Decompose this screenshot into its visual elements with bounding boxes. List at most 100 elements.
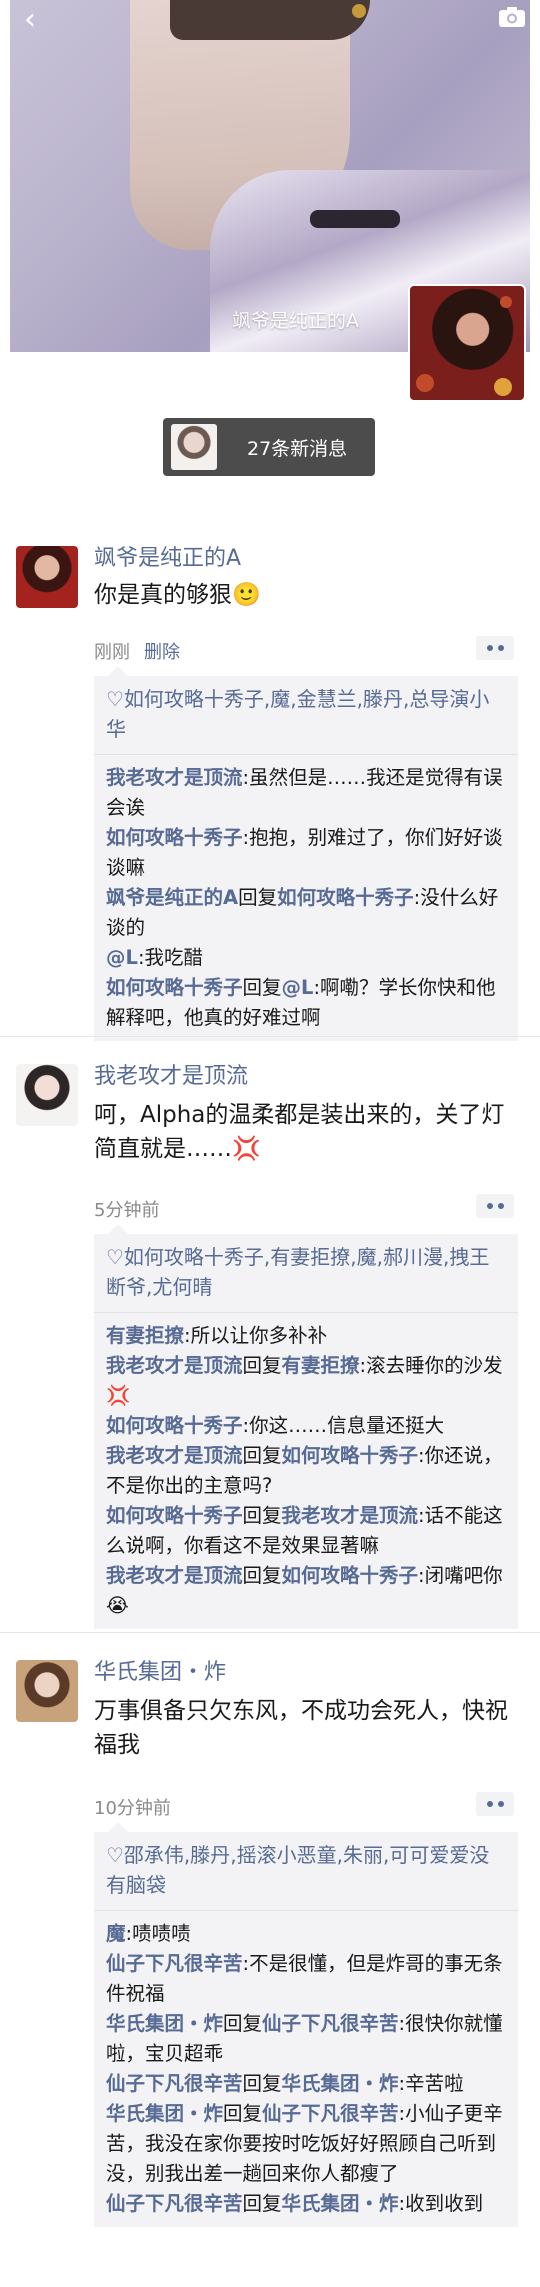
comment-item[interactable]: 魔:啧啧啧	[106, 1919, 506, 1949]
reply-target-user[interactable]: 如何攻略十秀子	[282, 1564, 419, 1587]
cover-earring	[352, 4, 366, 18]
likes-list[interactable]: ♡邵承伟,滕丹,摇滚小恶童,朱丽,可可爱爱没有脑袋	[94, 1832, 518, 1911]
reply-target-user[interactable]: 如何攻略十秀子	[277, 886, 414, 909]
comment-user[interactable]: 飒爷是纯正的A	[106, 886, 238, 909]
dot-icon	[497, 1203, 504, 1209]
reply-word: 回复	[242, 2192, 282, 2215]
reply-target-user[interactable]: 仙子下凡很辛苦	[262, 2012, 399, 2035]
reply-target-user[interactable]: 有妻拒撩	[282, 1354, 360, 1377]
likes-list[interactable]: ♡如何攻略十秀子,有妻拒撩,魔,郝川漫,拽王断爷,尤何晴	[94, 1234, 518, 1313]
dot-icon	[497, 645, 504, 651]
comment-item[interactable]: 我老攻才是顶流:虽然但是……我还是觉得有误会诶	[106, 763, 506, 823]
reply-word: 回复	[242, 1354, 282, 1377]
comment-user[interactable]: 魔	[106, 1922, 126, 1945]
more-options-button[interactable]	[476, 1194, 514, 1218]
new-messages-banner[interactable]: 27条新消息	[163, 418, 375, 476]
comment-item[interactable]: 仙子下凡很辛苦回复华氏集团・炸:收到收到	[106, 2189, 506, 2219]
avatar[interactable]	[16, 1064, 78, 1126]
comment-user[interactable]: 我老攻才是顶流	[106, 1564, 243, 1587]
comment-item[interactable]: 如何攻略十秀子:抱抱，别难过了，你们好好谈谈嘛	[106, 823, 506, 883]
comment-item[interactable]: 如何攻略十秀子回复@L:啊嘞？学长你快和他解释吧，他真的好难过啊	[106, 973, 506, 1033]
comment-list: 有妻拒撩:所以让你多补补 我老攻才是顶流回复有妻拒撩:滚去睡你的沙发💢 如何攻略十秀…	[94, 1313, 518, 1629]
interaction-box: ♡如何攻略十秀子,有妻拒撩,魔,郝川漫,拽王断爷,尤何晴 有妻拒撩:所以让你多补…	[94, 1224, 518, 1629]
comment-user[interactable]: 有妻拒撩	[106, 1324, 184, 1347]
interaction-box: ♡如何攻略十秀子,魔,金慧兰,滕丹,总导演小华 我老攻才是顶流:虽然但是……我还…	[94, 666, 518, 1041]
more-options-button[interactable]	[476, 1792, 514, 1816]
notification-avatar	[171, 424, 217, 470]
post-meta: 5分钟前	[94, 1196, 159, 1222]
profile-avatar[interactable]	[408, 284, 526, 402]
comment-user[interactable]: 华氏集团・炸	[106, 2102, 223, 2125]
dot-icon	[486, 1801, 493, 1807]
comment-list: 我老攻才是顶流:虽然但是……我还是觉得有误会诶 如何攻略十秀子:抱抱，别难过了，你…	[94, 755, 518, 1041]
avatar[interactable]	[16, 1660, 78, 1722]
reply-word: 回复	[242, 2072, 282, 2095]
avatar[interactable]	[16, 546, 78, 608]
comment-item[interactable]: 华氏集团・炸回复仙子下凡很辛苦:小仙子更辛苦，我没在家你要按时吃饭好好照顾自己听…	[106, 2099, 506, 2189]
comment-item[interactable]: 有妻拒撩:所以让你多补补	[106, 1321, 506, 1351]
comment-item[interactable]: 仙子下凡很辛苦:不是很懂，但是炸哥的事无条件祝福	[106, 1949, 506, 2009]
comment-text: :啧啧啧	[125, 1922, 191, 1945]
cover-username: 飒爷是纯正的A	[232, 310, 359, 332]
reply-target-user[interactable]: 华氏集团・炸	[282, 2072, 399, 2095]
post-author[interactable]: 飒爷是纯正的A	[94, 544, 241, 574]
reply-target-user[interactable]: 华氏集团・炸	[282, 2192, 399, 2215]
camera-icon[interactable]	[498, 6, 526, 28]
comment-user[interactable]: 如何攻略十秀子	[106, 1414, 243, 1437]
dot-icon	[486, 645, 493, 651]
post-meta: 刚刚 删除	[94, 638, 180, 664]
post-time: 刚刚	[94, 642, 130, 663]
reply-word: 回复	[223, 2102, 263, 2125]
reply-word: 回复	[242, 976, 282, 999]
comment-text: :我吃醋	[137, 946, 204, 969]
delete-link[interactable]: 删除	[144, 642, 180, 663]
comment-user[interactable]: 如何攻略十秀子	[106, 826, 243, 849]
chevron-left-icon[interactable]: ‹	[24, 5, 54, 36]
cover-hair	[170, 0, 370, 40]
post-author[interactable]: 我老攻才是顶流	[94, 1062, 248, 1092]
comment-item[interactable]: @L:我吃醋	[106, 943, 506, 973]
comment-item[interactable]: 我老攻才是顶流回复有妻拒撩:滚去睡你的沙发💢	[106, 1351, 506, 1411]
comment-user[interactable]: 仙子下凡很辛苦	[106, 2192, 243, 2215]
reply-word: 回复	[238, 886, 278, 909]
divider	[0, 1036, 540, 1037]
post-meta: 10分钟前	[94, 1794, 171, 1820]
comment-text: :辛苦啦	[398, 2072, 464, 2095]
reply-target-user[interactable]: 我老攻才是顶流	[282, 1504, 419, 1527]
reply-target-user[interactable]: @L	[282, 976, 314, 999]
comment-item[interactable]: 如何攻略十秀子回复我老攻才是顶流:话不能这么说啊，你看这不是效果显著嘛	[106, 1501, 506, 1561]
post-content: 呵，Alpha的温柔都是装出来的，关了灯简直就是……💢	[94, 1102, 505, 1162]
comment-text: :收到收到	[398, 2192, 484, 2215]
comment-user[interactable]: 我老攻才是顶流	[106, 766, 243, 789]
dot-icon	[486, 1203, 493, 1209]
reply-target-user[interactable]: 仙子下凡很辛苦	[262, 2102, 399, 2125]
comment-user[interactable]: @L	[106, 946, 138, 969]
comment-user[interactable]: 我老攻才是顶流	[106, 1444, 243, 1467]
comment-item[interactable]: 飒爷是纯正的A回复如何攻略十秀子:没什么好谈的	[106, 883, 506, 943]
comment-user[interactable]: 如何攻略十秀子	[106, 976, 243, 999]
new-messages-text: 27条新消息	[247, 437, 348, 460]
comment-user[interactable]: 仙子下凡很辛苦	[106, 2072, 243, 2095]
post-time: 10分钟前	[94, 1798, 171, 1819]
likes-list[interactable]: ♡如何攻略十秀子,魔,金慧兰,滕丹,总导演小华	[94, 676, 518, 755]
comment-item[interactable]: 我老攻才是顶流回复如何攻略十秀子:闭嘴吧你😭	[106, 1561, 506, 1621]
comment-user[interactable]: 仙子下凡很辛苦	[106, 1952, 243, 1975]
divider	[0, 1632, 540, 1633]
comment-user[interactable]: 我老攻才是顶流	[106, 1354, 243, 1377]
dot-icon	[497, 1801, 504, 1807]
comment-item[interactable]: 华氏集团・炸回复仙子下凡很辛苦:很快你就懂啦，宝贝超乖	[106, 2009, 506, 2069]
reply-word: 回复	[242, 1564, 282, 1587]
post-author[interactable]: 华氏集团・炸	[94, 1658, 226, 1688]
post-content: 万事俱备只欠东风，不成功会死人，快祝福我	[94, 1698, 508, 1758]
reply-word: 回复	[223, 2012, 263, 2035]
comment-text: :你这……信息量还挺大	[242, 1414, 445, 1437]
reply-word: 回复	[242, 1504, 282, 1527]
comment-item[interactable]: 我老攻才是顶流回复如何攻略十秀子:你还说，不是你出的主意吗?	[106, 1441, 506, 1501]
comment-user[interactable]: 华氏集团・炸	[106, 2012, 223, 2035]
comment-item[interactable]: 如何攻略十秀子:你这……信息量还挺大	[106, 1411, 506, 1441]
comment-item[interactable]: 仙子下凡很辛苦回复华氏集团・炸:辛苦啦	[106, 2069, 506, 2099]
comment-user[interactable]: 如何攻略十秀子	[106, 1504, 243, 1527]
post-time: 5分钟前	[94, 1200, 160, 1221]
reply-target-user[interactable]: 如何攻略十秀子	[282, 1444, 419, 1467]
more-options-button[interactable]	[476, 636, 514, 660]
